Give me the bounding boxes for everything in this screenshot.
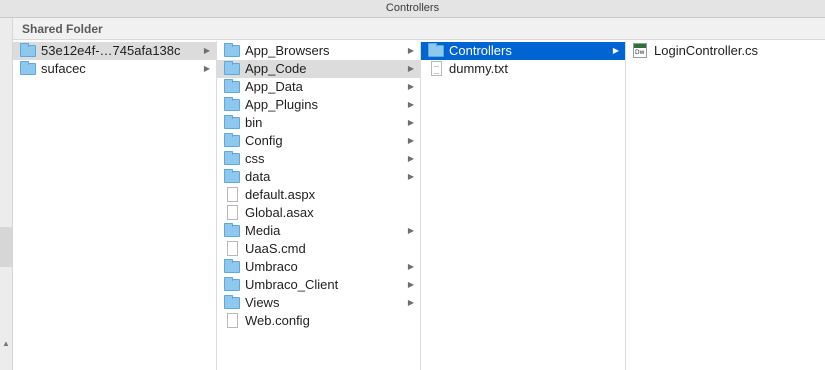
file-type-badge: Dw [635,49,645,56]
folder-icon [224,295,240,309]
folder-icon [224,79,240,93]
item-label: Media [245,223,281,238]
folder-row[interactable]: Views ▶ [217,294,420,312]
sidebar-collapsed[interactable]: ▲ [0,18,13,370]
file-row[interactable]: UaaS.cmd [217,240,420,258]
item-label: App_Browsers [245,43,330,58]
folder-row[interactable]: Media ▶ [217,222,420,240]
item-label: sufacec [41,61,86,76]
file-row[interactable]: Web.config [217,312,420,330]
file-row[interactable]: Global.asax [217,204,420,222]
browser-column-2[interactable]: App_Browsers ▶ App_Code ▶ App_Data ▶ App_Plugi… [217,41,421,370]
file-row[interactable]: default.aspx [217,186,420,204]
chevron-right-icon: ▶ [407,280,414,289]
browser-column-4[interactable]: Dw LoginController.cs [626,41,825,370]
item-label: App_Plugins [245,97,318,112]
item-label: Config [245,133,283,148]
chevron-right-icon: ▶ [407,172,414,181]
document-icon [227,205,238,220]
item-label: 53e12e4f-…745afa138c [41,43,181,58]
chevron-right-icon: ▶ [407,154,414,163]
item-label: App_Code [245,61,307,76]
folder-row[interactable]: css ▶ [217,150,420,168]
folder-row[interactable]: App_Plugins ▶ [217,96,420,114]
item-label: default.aspx [245,187,316,202]
chevron-right-icon: ▶ [407,226,414,235]
folder-icon [224,97,240,111]
folder-row[interactable]: Umbraco ▶ [217,258,420,276]
folder-icon [224,151,240,165]
folder-row[interactable]: sufacec ▶ [13,60,216,78]
document-icon [227,241,238,256]
folder-row[interactable]: Controllers ▶ [421,42,625,60]
window-title: Controllers [385,2,440,14]
chevron-right-icon: ▶ [407,64,414,73]
folder-icon [224,115,240,129]
chevron-right-icon: ▶ [407,298,414,307]
folder-icon [224,169,240,183]
folder-row[interactable]: App_Data ▶ [217,78,420,96]
browser-column-1[interactable]: 53e12e4f-…745afa138c ▶ sufacec ▶ [13,41,217,370]
disclosure-triangle-icon[interactable]: ▲ [2,339,10,348]
window-title-bar: Controllers [0,0,825,18]
folder-icon [224,43,240,57]
chevron-right-icon: ▶ [407,262,414,271]
item-label: Global.asax [245,205,314,220]
folder-row[interactable]: data ▶ [217,168,420,186]
folder-icon [224,259,240,273]
folder-icon [224,277,240,291]
document-icon [227,187,238,202]
item-label: LoginController.cs [654,43,759,58]
browser-column-3[interactable]: Controllers ▶ dummy.txt [421,41,626,370]
chevron-right-icon: ▶ [203,46,210,55]
dreamweaver-file-icon: Dw [633,43,647,58]
item-label: App_Data [245,79,303,94]
item-label: Controllers [449,43,512,58]
item-label: dummy.txt [449,61,508,76]
folder-row[interactable]: Umbraco_Client ▶ [217,276,420,294]
location-label: Shared Folder [22,22,103,36]
folder-icon [20,43,36,57]
item-label: Umbraco_Client [245,277,339,292]
chevron-right-icon: ▶ [612,46,619,55]
folder-icon [224,223,240,237]
chevron-right-icon: ▶ [203,64,210,73]
folder-row[interactable]: 53e12e4f-…745afa138c ▶ [13,42,216,60]
folder-row[interactable]: Config ▶ [217,132,420,150]
chevron-right-icon: ▶ [407,118,414,127]
file-row[interactable]: dummy.txt [421,60,625,78]
item-label: bin [245,115,263,130]
folder-icon [428,43,444,57]
item-label: Web.config [245,313,310,328]
sidebar-selected-item[interactable] [0,227,12,267]
chevron-right-icon: ▶ [407,100,414,109]
item-label: UaaS.cmd [245,241,306,256]
chevron-right-icon: ▶ [407,136,414,145]
text-document-icon [431,61,442,76]
folder-icon [224,133,240,147]
path-header: Shared Folder [13,18,825,40]
item-label: Views [245,295,280,310]
chevron-right-icon: ▶ [407,46,414,55]
file-row[interactable]: Dw LoginController.cs [626,42,825,60]
folder-icon [224,61,240,75]
item-label: Umbraco [245,259,298,274]
document-icon [227,313,238,328]
folder-icon [20,61,36,75]
item-label: data [245,169,271,184]
folder-row[interactable]: App_Browsers ▶ [217,42,420,60]
item-label: css [245,151,265,166]
folder-row[interactable]: bin ▶ [217,114,420,132]
chevron-right-icon: ▶ [407,82,414,91]
folder-row[interactable]: App_Code ▶ [217,60,420,78]
